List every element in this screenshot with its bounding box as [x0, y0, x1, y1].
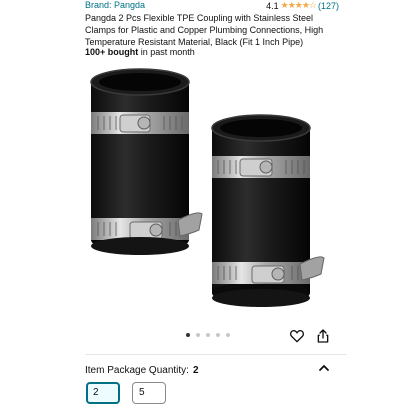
carousel-dot[interactable] — [206, 333, 210, 337]
bought-count-bold: 100+ bought — [85, 47, 139, 57]
quantity-selected-value: 2 — [192, 365, 199, 376]
coupling-left — [90, 68, 203, 255]
product-image[interactable] — [78, 60, 340, 330]
bought-count-rest: in past month — [138, 47, 195, 57]
rating-summary[interactable]: 4.1 ★★★★☆ (127) — [266, 0, 339, 11]
product-topline: Brand: Pangda 4.1 ★★★★☆ (127) — [85, 0, 339, 12]
quantity-option[interactable]: 5 — [132, 382, 166, 404]
quantity-label: Item Package Quantity: — [85, 365, 189, 376]
carousel-dot[interactable] — [196, 333, 200, 337]
share-button[interactable] — [314, 327, 332, 345]
star-rating-icon: ★★★★☆ — [280, 0, 317, 10]
section-divider — [85, 354, 347, 355]
carousel-dot[interactable] — [186, 333, 190, 337]
carousel-dot[interactable] — [226, 333, 230, 337]
product-title: Pangda 2 Pcs Flexible TPE Coupling with … — [85, 13, 324, 47]
carousel-dots — [186, 333, 230, 337]
brand-link[interactable]: Brand: Pangda — [85, 0, 145, 10]
chevron-up-icon — [319, 365, 329, 371]
carousel-dot[interactable] — [216, 333, 220, 337]
product-card: Brand: Pangda 4.1 ★★★★☆ (127) Pangda 2 P… — [78, 0, 347, 416]
heart-icon — [289, 329, 305, 343]
quantity-heading: Item Package Quantity: 2 — [85, 365, 199, 376]
pipe-coupling-image — [90, 68, 325, 307]
collapse-quantity-button[interactable] — [316, 360, 332, 376]
wishlist-button[interactable] — [288, 327, 306, 345]
review-count[interactable]: (127) — [318, 1, 339, 11]
share-icon — [317, 329, 329, 343]
coupling-right — [211, 114, 325, 307]
rating-value: 4.1 — [266, 0, 279, 11]
bought-count: 100+ bought in past month — [85, 47, 195, 57]
quantity-option[interactable]: 2 — [86, 382, 120, 404]
